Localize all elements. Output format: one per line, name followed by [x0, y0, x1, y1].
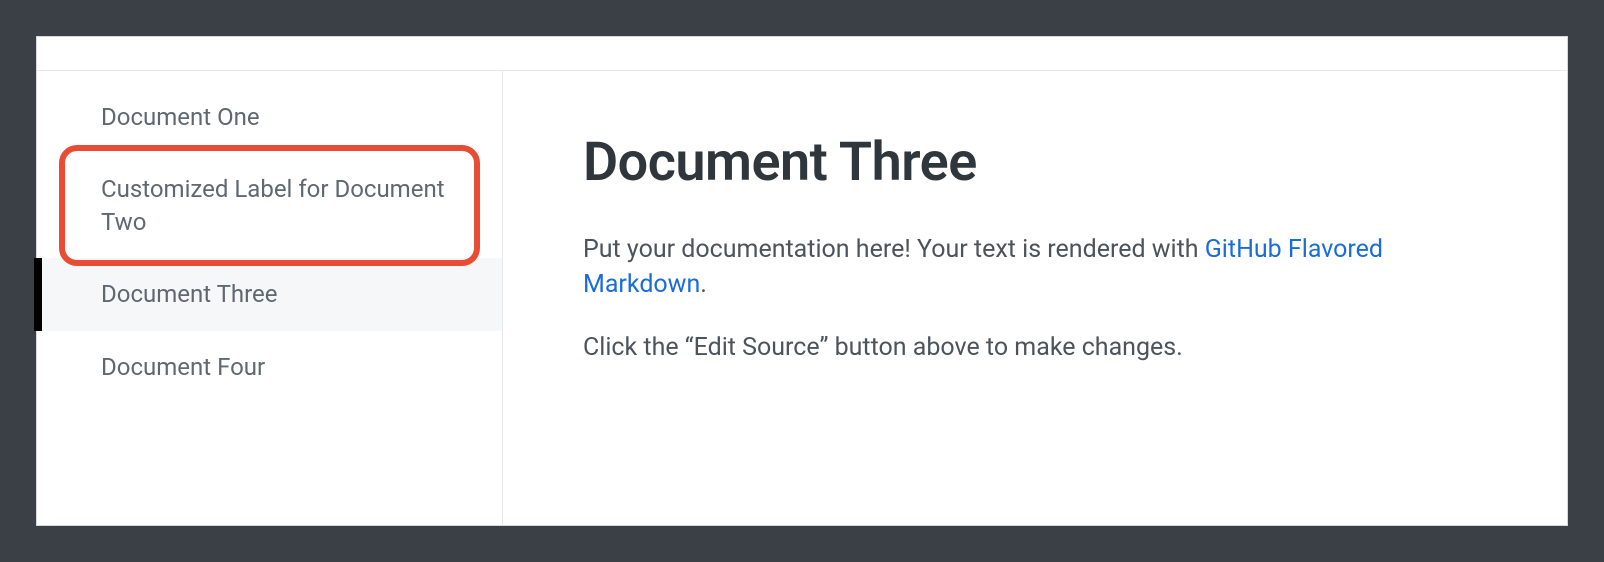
main-content: Document Three Put your documentation he…	[503, 71, 1567, 525]
description-paragraph: Put your documentation here! Your text i…	[583, 232, 1497, 302]
sidebar-item-document-one[interactable]: Document One	[37, 81, 502, 153]
paragraph-text-after: .	[700, 270, 707, 299]
sidebar-item-label: Customized Label for Document Two	[101, 175, 445, 235]
sidebar-item-document-three[interactable]: Document Three	[37, 258, 502, 330]
sidebar-item-document-four[interactable]: Document Four	[37, 331, 502, 403]
sidebar: Document One Customized Label for Docume…	[37, 71, 503, 525]
instruction-paragraph: Click the “Edit Source” button above to …	[583, 330, 1497, 365]
sidebar-item-document-two[interactable]: Customized Label for Document Two	[37, 153, 502, 258]
page-title: Document Three	[583, 131, 1497, 194]
split-layout: Document One Customized Label for Docume…	[37, 71, 1567, 525]
app-window: Document One Customized Label for Docume…	[36, 36, 1568, 526]
sidebar-item-label: Document One	[101, 103, 260, 131]
sidebar-item-label: Document Three	[101, 280, 278, 308]
paragraph-text: Put your documentation here! Your text i…	[583, 235, 1205, 264]
sidebar-item-label: Document Four	[101, 353, 265, 381]
top-bar	[37, 37, 1567, 71]
